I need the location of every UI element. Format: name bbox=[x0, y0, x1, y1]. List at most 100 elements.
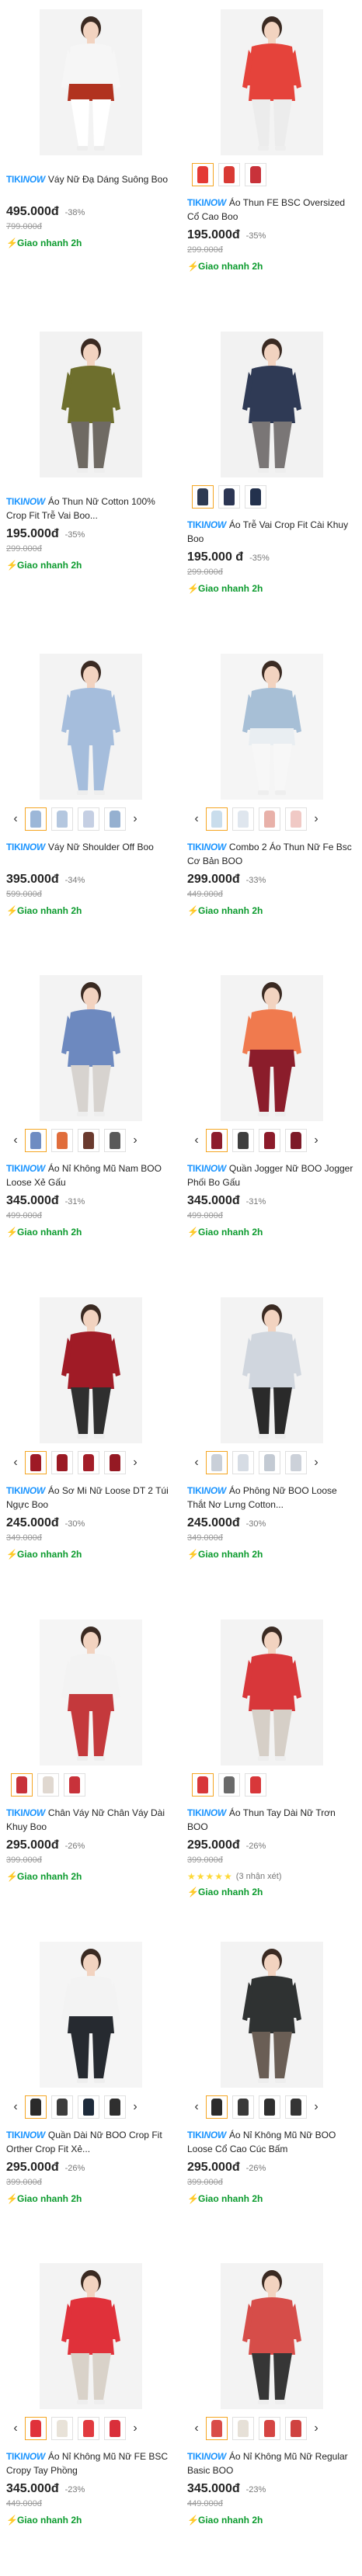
color-swatch[interactable] bbox=[206, 1129, 228, 1153]
color-swatch[interactable] bbox=[259, 2417, 280, 2441]
product-card[interactable]: ‹ › TIKINOW Áo Nỉ Không Mũ Nữ BOO Loose Cổ … bbox=[181, 1932, 362, 2255]
color-swatch[interactable] bbox=[192, 484, 214, 509]
product-image[interactable] bbox=[39, 1941, 142, 2088]
color-swatch[interactable] bbox=[206, 1451, 228, 1474]
color-swatch[interactable] bbox=[25, 1129, 47, 1153]
color-swatch[interactable] bbox=[232, 2417, 254, 2441]
color-swatch[interactable] bbox=[218, 1772, 240, 1797]
color-swatch[interactable] bbox=[206, 2417, 228, 2441]
color-swatch[interactable] bbox=[232, 1451, 254, 1474]
color-swatch[interactable] bbox=[78, 2417, 99, 2441]
product-name[interactable]: TIKINOW Áo Nỉ Không Mũ Nữ BOO Loose Cổ Ca… bbox=[187, 2128, 356, 2156]
color-swatch[interactable] bbox=[245, 484, 266, 509]
chevron-right-icon[interactable]: › bbox=[131, 1129, 140, 1152]
product-card[interactable]: ‹ › TIKINOW Áo Nỉ Không Mũ Nữ Regular Basic… bbox=[181, 2254, 362, 2576]
color-swatch[interactable] bbox=[78, 2095, 99, 2119]
color-swatch[interactable] bbox=[285, 1129, 307, 1153]
product-name[interactable]: TIKINOW Áo Phông Nữ BOO Loose Thắt Nơ Lưn… bbox=[187, 1484, 356, 1512]
color-swatch[interactable] bbox=[51, 2095, 73, 2119]
product-name[interactable]: TIKINOW Combo 2 Áo Thun Nữ Fe Bsc Cơ Bản … bbox=[187, 840, 356, 868]
product-image[interactable] bbox=[39, 975, 142, 1122]
chevron-left-icon[interactable]: ‹ bbox=[192, 1129, 201, 1152]
color-swatch[interactable] bbox=[285, 2095, 307, 2119]
product-image[interactable] bbox=[39, 9, 142, 155]
color-swatch[interactable] bbox=[285, 1451, 307, 1474]
product-card[interactable]: TIKINOW Áo Thun Tay Dài Nữ Trơn BOO 295.00… bbox=[181, 1610, 362, 1932]
product-card[interactable]: ‹ › TIKINOW Áo Phông Nữ BOO Loose Thắt Nơ L… bbox=[181, 1288, 362, 1610]
product-image[interactable] bbox=[220, 1941, 323, 2088]
product-card[interactable]: ‹ › TIKINOW Combo 2 Áo Thun Nữ Fe Bsc Cơ Bả… bbox=[181, 644, 362, 967]
color-swatch[interactable] bbox=[232, 807, 254, 831]
color-swatch[interactable] bbox=[25, 2095, 47, 2119]
product-name[interactable]: TIKINOW Áo Thun FE BSC Oversized Cổ Cao B… bbox=[187, 196, 356, 224]
product-card[interactable]: TIKINOW Áo Thun FE BSC Oversized Cổ Cao B… bbox=[181, 0, 362, 322]
color-swatch[interactable] bbox=[285, 2417, 307, 2441]
color-swatch[interactable] bbox=[104, 1129, 126, 1153]
color-swatch[interactable] bbox=[104, 2095, 126, 2119]
product-image[interactable] bbox=[220, 331, 323, 477]
product-card[interactable]: ‹ › TIKINOW Áo Sơ Mi Nữ Loose DT 2 Túi Ngực… bbox=[0, 1288, 181, 1610]
color-swatch[interactable] bbox=[51, 2417, 73, 2441]
color-swatch[interactable] bbox=[218, 484, 240, 509]
rating[interactable]: ★★★★★ (3 nhận xét) bbox=[187, 1871, 356, 1882]
product-card[interactable]: TIKINOW Chân Váy Nữ Chân Váy Dài Khuy Boo… bbox=[0, 1610, 181, 1932]
product-image[interactable] bbox=[220, 2263, 323, 2410]
color-swatch[interactable] bbox=[218, 163, 240, 186]
color-swatch[interactable] bbox=[51, 1451, 73, 1474]
product-card[interactable]: TIKINOW Váy Nữ Đạ Dáng Suông Boo 495.000đ -… bbox=[0, 0, 181, 322]
chevron-right-icon[interactable]: › bbox=[312, 2095, 321, 2119]
product-name[interactable]: TIKINOW Áo Trễ Vai Crop Fit Cài Khuy Boo bbox=[187, 518, 356, 546]
color-swatch[interactable] bbox=[78, 1451, 99, 1474]
product-image[interactable] bbox=[39, 1297, 142, 1443]
chevron-right-icon[interactable]: › bbox=[131, 2095, 140, 2119]
chevron-right-icon[interactable]: › bbox=[131, 807, 140, 831]
chevron-left-icon[interactable]: ‹ bbox=[192, 2417, 201, 2440]
chevron-left-icon[interactable]: ‹ bbox=[11, 2095, 20, 2119]
product-image[interactable] bbox=[220, 1297, 323, 1443]
product-image[interactable] bbox=[39, 2263, 142, 2410]
product-image[interactable] bbox=[39, 331, 142, 477]
product-image[interactable] bbox=[220, 1619, 323, 1765]
product-card[interactable]: ‹ › TIKINOW Váy Nữ Shoulder Off Boo 395.000đ… bbox=[0, 644, 181, 967]
product-name[interactable]: TIKINOW Quần Jogger Nữ BOO Jogger Phối Bo… bbox=[187, 1161, 356, 1189]
color-swatch[interactable] bbox=[25, 1451, 47, 1474]
color-swatch[interactable] bbox=[245, 163, 266, 186]
product-name[interactable]: TIKINOW Áo Thun Nữ Cotton 100% Crop Fit T… bbox=[6, 495, 175, 522]
color-swatch[interactable] bbox=[51, 1129, 73, 1153]
color-swatch[interactable] bbox=[259, 807, 280, 831]
product-card[interactable]: TIKINOW Áo Thun Nữ Cotton 100% Crop Fit T… bbox=[0, 322, 181, 644]
chevron-right-icon[interactable]: › bbox=[312, 2417, 321, 2440]
color-swatch[interactable] bbox=[245, 1772, 266, 1797]
product-name[interactable]: TIKINOW Quần Dài Nữ BOO Crop Fit Orther C… bbox=[6, 2128, 175, 2156]
chevron-left-icon[interactable]: ‹ bbox=[192, 1451, 201, 1474]
product-image[interactable] bbox=[220, 9, 323, 155]
color-swatch[interactable] bbox=[64, 1772, 85, 1797]
chevron-right-icon[interactable]: › bbox=[312, 1129, 321, 1152]
chevron-left-icon[interactable]: ‹ bbox=[11, 1451, 20, 1474]
color-swatch[interactable] bbox=[78, 1129, 99, 1153]
product-name[interactable]: TIKINOW Áo Nỉ Không Mũ Nữ FE BSC Cropy Ta… bbox=[6, 2449, 175, 2477]
chevron-left-icon[interactable]: ‹ bbox=[192, 2095, 201, 2119]
product-image[interactable] bbox=[220, 653, 323, 800]
color-swatch[interactable] bbox=[259, 1451, 280, 1474]
product-card[interactable]: ‹ › TIKINOW Quần Jogger Nữ BOO Jogger Phối … bbox=[181, 966, 362, 1288]
product-name[interactable]: TIKINOW Áo Sơ Mi Nữ Loose DT 2 Túi Ngực B… bbox=[6, 1484, 175, 1512]
color-swatch[interactable] bbox=[232, 2095, 254, 2119]
color-swatch[interactable] bbox=[104, 1451, 126, 1474]
color-swatch[interactable] bbox=[192, 163, 214, 186]
color-swatch[interactable] bbox=[192, 1772, 214, 1797]
product-image[interactable] bbox=[39, 653, 142, 800]
product-name[interactable]: TIKINOW Áo Thun Tay Dài Nữ Trơn BOO bbox=[187, 1806, 356, 1834]
chevron-left-icon[interactable]: ‹ bbox=[192, 807, 201, 831]
chevron-left-icon[interactable]: ‹ bbox=[11, 1129, 20, 1152]
product-name[interactable]: TIKINOW Chân Váy Nữ Chân Váy Dài Khuy Boo bbox=[6, 1806, 175, 1834]
color-swatch[interactable] bbox=[259, 1129, 280, 1153]
product-card[interactable]: ‹ › TIKINOW Áo Nỉ Không Mũ Nam BOO Loose Xẻ… bbox=[0, 966, 181, 1288]
color-swatch[interactable] bbox=[104, 2417, 126, 2441]
color-swatch[interactable] bbox=[285, 807, 307, 831]
product-card[interactable]: ‹ › TIKINOW Áo Nỉ Không Mũ Nữ FE BSC Cropy … bbox=[0, 2254, 181, 2576]
color-swatch[interactable] bbox=[51, 807, 73, 831]
color-swatch[interactable] bbox=[206, 807, 228, 831]
product-card[interactable]: TIKINOW Áo Trễ Vai Crop Fit Cài Khuy Boo 1… bbox=[181, 322, 362, 644]
color-swatch[interactable] bbox=[232, 1129, 254, 1153]
